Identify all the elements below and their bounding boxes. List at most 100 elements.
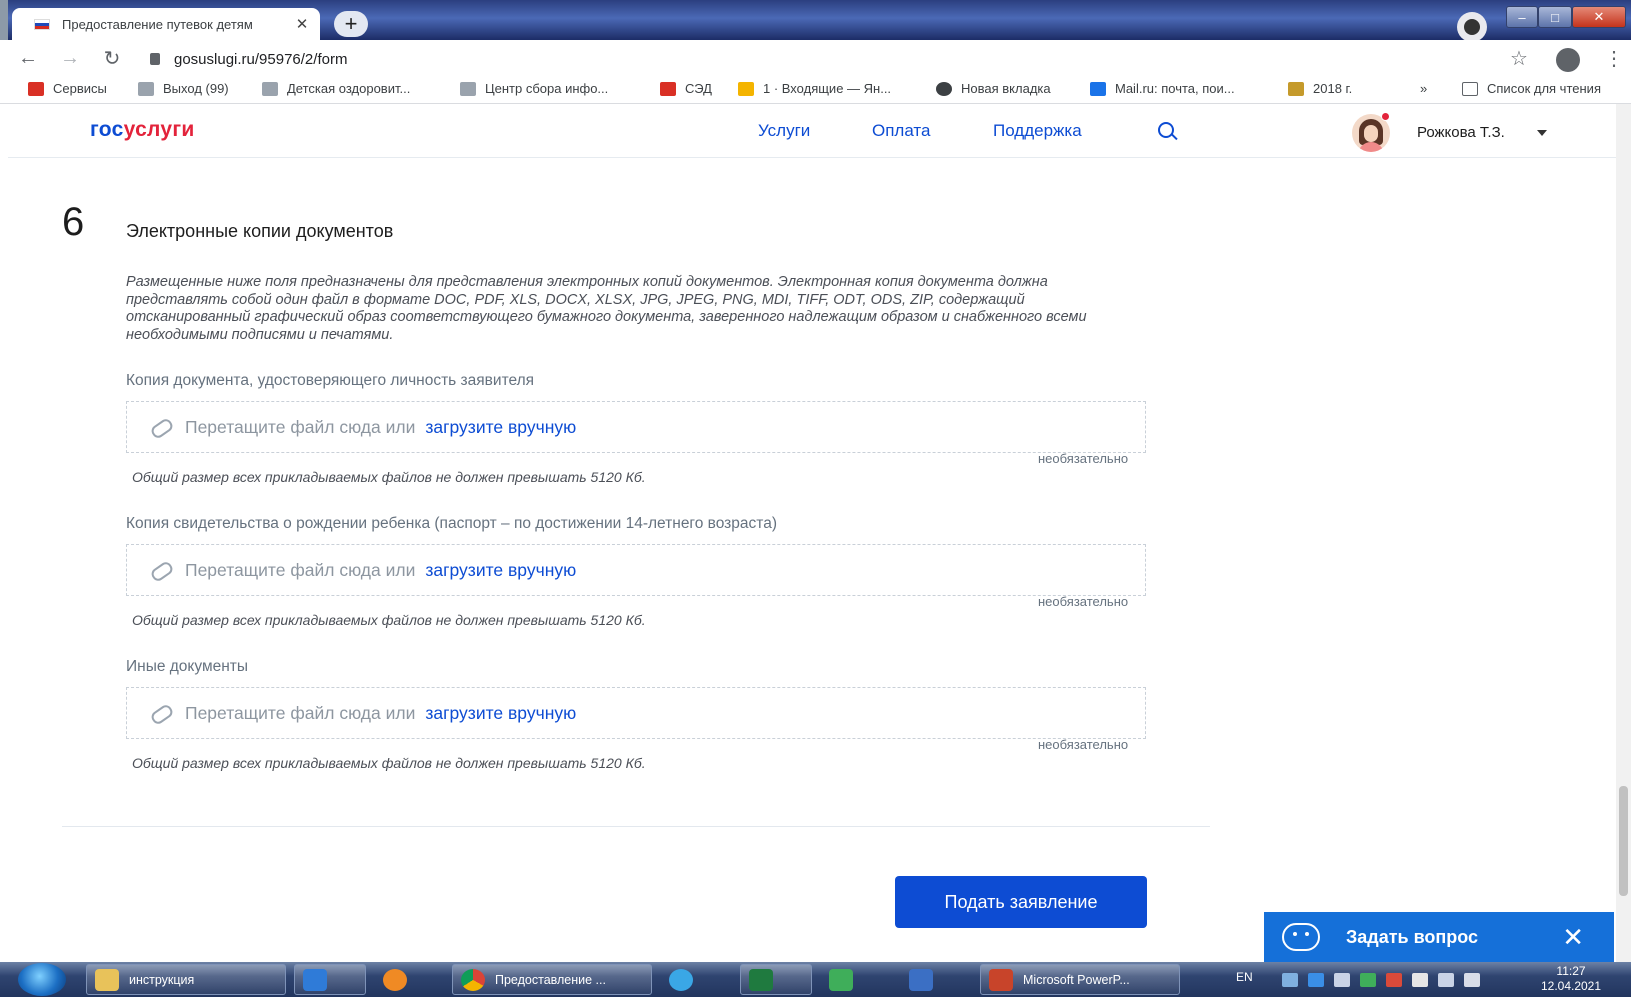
forward-arrow-icon[interactable]: →	[56, 47, 84, 70]
scrollbar-thumb[interactable]	[1619, 786, 1628, 896]
bookmark-inbox[interactable]: 1 · Входящие — Ян...	[738, 81, 891, 96]
tab-close-icon[interactable]: ✕	[294, 15, 310, 33]
window-minimize-button[interactable]: –	[1506, 6, 1538, 28]
account-icon[interactable]	[1556, 48, 1580, 72]
nav-services[interactable]: Услуги	[758, 121, 810, 141]
bookmark-children-health[interactable]: Детская оздоровит...	[262, 81, 410, 96]
upload-manually-link[interactable]: загрузите вручную	[425, 560, 576, 581]
reading-list-button[interactable]: Список для чтения	[1462, 81, 1601, 96]
flag-icon[interactable]	[1412, 973, 1428, 987]
step-number: 6	[62, 200, 85, 244]
tab-search-button[interactable]	[1457, 12, 1487, 42]
clock-time: 11:27	[1556, 964, 1586, 978]
close-icon[interactable]: ✕	[1562, 922, 1584, 953]
taskbar-item-firefox[interactable]	[374, 964, 446, 995]
gosuslugi-logo[interactable]: госуслуги	[90, 118, 195, 142]
bookmark-info-center[interactable]: Центр сбора инфо...	[460, 81, 608, 96]
reading-list-label: Список для чтения	[1487, 81, 1601, 96]
user-name[interactable]: Рожкова Т.З.	[1417, 124, 1505, 141]
bookmark-label: 2018 г.	[1313, 81, 1353, 96]
bookmark-mailru[interactable]: Mail.ru: почта, пои...	[1090, 81, 1235, 96]
nav-payment[interactable]: Оплата	[872, 121, 930, 141]
taskbar-item-writer[interactable]	[900, 964, 972, 995]
user-menu-caret-icon[interactable]	[1537, 130, 1547, 136]
window-maximize-button[interactable]: □	[1538, 6, 1572, 28]
globe-icon	[936, 81, 952, 96]
taskbar-clock[interactable]: 11:27 12.04.2021	[1536, 964, 1606, 994]
volume-icon[interactable]	[1464, 973, 1480, 987]
screen: Предоставление путевок детям ✕ + – □ ✕ ←…	[0, 0, 1631, 997]
optional-marker: необязательно	[1038, 594, 1129, 609]
browser-tab-active[interactable]: Предоставление путевок детям ✕	[12, 8, 320, 40]
window-close-button[interactable]: ✕	[1572, 6, 1626, 28]
field-label-other-docs: Иные документы	[126, 658, 249, 675]
clock-date: 12.04.2021	[1540, 979, 1602, 993]
chevron-down-icon	[1464, 19, 1480, 35]
bookmark-label: Детская оздоровит...	[287, 81, 411, 96]
search-icon[interactable]	[1158, 122, 1174, 138]
chat-bot-icon	[1282, 923, 1320, 951]
taskbar-item-folder[interactable]: инструкция	[86, 964, 286, 995]
russian-flag-favicon-icon	[34, 18, 50, 30]
tab-title: Предоставление путевок детям	[62, 16, 253, 32]
nav-support[interactable]: Поддержка	[993, 121, 1082, 141]
display-icon[interactable]	[1334, 973, 1350, 987]
field-label-birth-certificate: Копия свидетельства о рождении ребенка (…	[126, 515, 777, 532]
clover-icon[interactable]	[1360, 973, 1376, 987]
taskbar-item-excel[interactable]	[740, 964, 812, 995]
security-icon[interactable]	[1386, 973, 1402, 987]
network-off-icon[interactable]	[1438, 973, 1454, 987]
excel-icon	[749, 968, 773, 991]
folder-icon	[95, 968, 119, 991]
paperclip-icon	[149, 562, 171, 578]
page-scrollbar[interactable]	[1616, 104, 1631, 962]
firefox-icon	[383, 968, 407, 991]
mail-envelope-icon	[738, 81, 754, 96]
ask-question-label: Задать вопрос	[1346, 926, 1479, 947]
address-bar[interactable]: gosuslugi.ru/95976/2/form	[150, 45, 1510, 73]
browser-tab-strip: Предоставление путевок детям ✕ + – □ ✕	[0, 0, 1631, 42]
dropzone-birth-certificate[interactable]: Перетащите файл сюда или загрузите вручн…	[126, 544, 1146, 596]
media-player-icon	[303, 968, 327, 991]
dropzone-identity-doc[interactable]: Перетащите файл сюда или загрузите вручн…	[126, 401, 1146, 453]
network-icon[interactable]	[1282, 973, 1298, 987]
avatar-face	[1364, 125, 1378, 142]
site-header: госуслуги Услуги Оплата Поддержка Рожков…	[8, 104, 1618, 158]
bookmark-new-tab[interactable]: Новая вкладка	[936, 81, 1051, 96]
bookmark-sed[interactable]: СЭД	[660, 81, 712, 96]
bookmarks-bar: Сервисы Выход (99) Детская оздоровит... …	[0, 76, 1631, 104]
update-icon[interactable]	[1308, 973, 1324, 987]
powerpoint-icon	[989, 968, 1013, 991]
overflow-chevron-icon: »	[1420, 81, 1428, 96]
taskbar-item-chrome[interactable]: Предоставление ...	[452, 964, 652, 995]
taskbar-item-spreadsheet[interactable]	[820, 964, 892, 995]
bookmark-services[interactable]: Сервисы	[28, 81, 107, 96]
bookmark-label: Выход (99)	[163, 81, 229, 96]
bookmark-exit[interactable]: Выход (99)	[138, 81, 229, 96]
field-label-identity-doc: Копия документа, удостоверяющего личност…	[126, 372, 535, 389]
browser-menu-icon[interactable]: ⋮	[1604, 46, 1624, 71]
windows-start-icon[interactable]	[18, 963, 66, 996]
back-arrow-icon[interactable]: ←	[14, 47, 42, 70]
reading-list-icon	[1462, 81, 1478, 96]
file-size-limit-note: Общий размер всех прикладываемых файлов …	[132, 469, 646, 485]
upload-manually-link[interactable]: загрузите вручную	[425, 703, 576, 724]
upload-manually-link[interactable]: загрузите вручную	[425, 417, 576, 438]
bookmark-2018[interactable]: 2018 г.	[1288, 81, 1352, 96]
emblem-icon	[1288, 81, 1304, 96]
language-indicator[interactable]: EN	[1236, 970, 1253, 984]
new-tab-button[interactable]: +	[334, 11, 368, 37]
taskbar-item-label: Предоставление ...	[495, 972, 606, 987]
ask-question-widget[interactable]: Задать вопрос ✕	[1264, 912, 1614, 962]
taskbar-item-media-player[interactable]	[294, 964, 366, 995]
dropzone-other-docs[interactable]: Перетащите файл сюда или загрузите вручн…	[126, 687, 1146, 739]
taskbar-item-label: Microsoft PowerP...	[1023, 972, 1130, 987]
bookmark-label: 1 · Входящие — Ян...	[763, 81, 892, 96]
bookmarks-overflow-button[interactable]: »	[1420, 81, 1427, 96]
reload-icon[interactable]: ↻	[98, 46, 126, 71]
taskbar-item-powerpoint[interactable]: Microsoft PowerP...	[980, 964, 1180, 995]
taskbar-item-ie[interactable]	[660, 964, 732, 995]
spreadsheet-icon	[829, 968, 853, 991]
submit-application-button[interactable]: Подать заявление	[895, 876, 1147, 928]
bookmark-star-icon[interactable]: ☆	[1510, 46, 1528, 71]
